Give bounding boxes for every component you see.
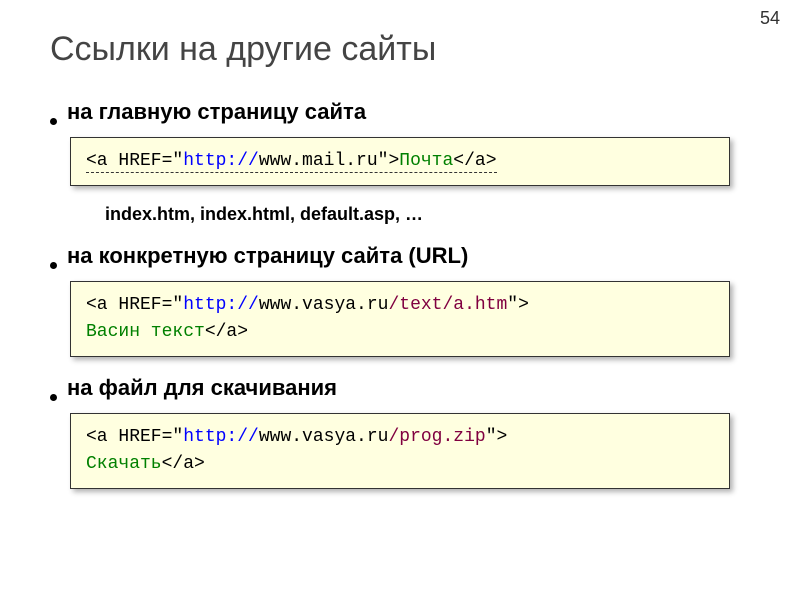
page-number: 54 <box>760 8 780 29</box>
slide-title: Ссылки на другие сайты <box>0 0 800 89</box>
code-fragment: "> <box>507 295 529 315</box>
code-url-protocol: http:// <box>183 295 259 315</box>
code-link-text: Почта <box>399 151 453 171</box>
bullet-icon <box>50 262 57 269</box>
bullet-item: на конкретную страницу сайта (URL) <box>50 243 750 269</box>
bullet-icon <box>50 394 57 401</box>
bullet-text: на главную страницу сайта <box>67 99 366 125</box>
code-fragment: </a> <box>205 322 248 342</box>
slide-content: на главную страницу сайта <a HREF="http:… <box>0 99 800 489</box>
code-url-path: /prog.zip <box>388 427 485 447</box>
code-url-host: www.vasya.ru <box>259 295 389 315</box>
code-example-2: <a HREF="http://www.vasya.ru/text/a.htm"… <box>70 281 730 357</box>
bullet-icon <box>50 118 57 125</box>
bullet-item: на главную страницу сайта <box>50 99 750 125</box>
code-fragment: <a HREF=" <box>86 295 183 315</box>
bullet-text: на конкретную страницу сайта (URL) <box>67 243 468 269</box>
code-url-protocol: http:// <box>183 151 259 171</box>
code-link-text: Скачать <box>86 454 162 474</box>
code-fragment: <a HREF=" <box>86 151 183 171</box>
code-example-3: <a HREF="http://www.vasya.ru/prog.zip"> … <box>70 413 730 489</box>
code-fragment: "> <box>486 427 508 447</box>
code-fragment: </a> <box>162 454 205 474</box>
code-url-host: www.vasya.ru <box>259 427 389 447</box>
index-note: index.htm, index.html, default.asp, … <box>105 204 750 225</box>
code-url-path: /text/a.htm <box>388 295 507 315</box>
code-example-1: <a HREF="http://www.mail.ru">Почта</a> <box>70 137 730 186</box>
code-fragment: <a HREF=" <box>86 427 183 447</box>
code-url-host: www.mail.ru <box>259 151 378 171</box>
bullet-text: на файл для скачивания <box>67 375 337 401</box>
code-fragment: "> <box>378 151 400 171</box>
code-url-protocol: http:// <box>183 427 259 447</box>
bullet-item: на файл для скачивания <box>50 375 750 401</box>
code-fragment: </a> <box>453 151 496 171</box>
code-link-text: Васин текст <box>86 322 205 342</box>
